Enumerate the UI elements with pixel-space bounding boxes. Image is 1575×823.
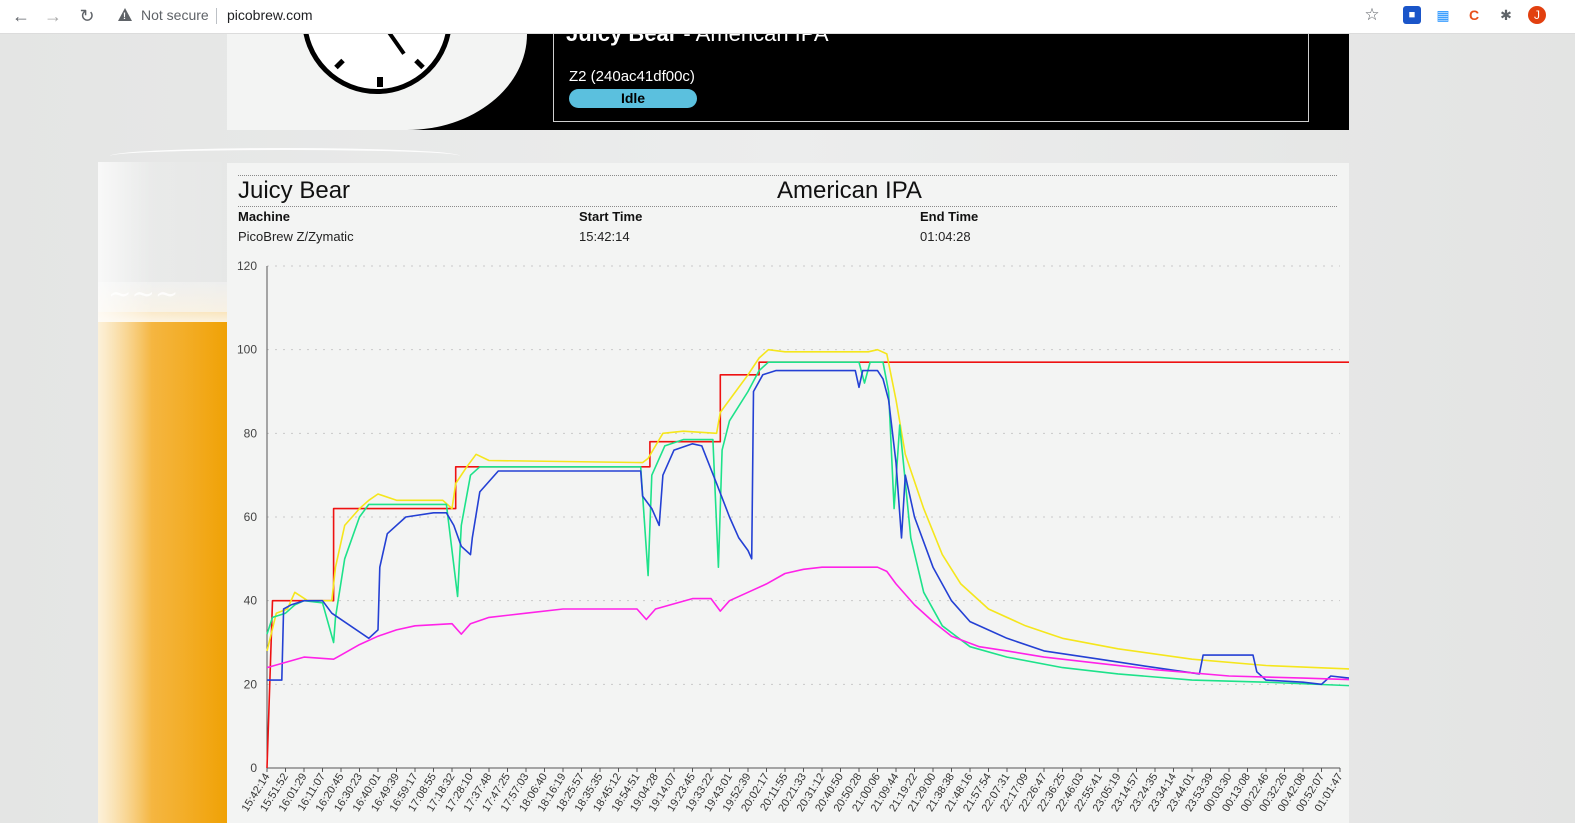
brew-style: American IPA <box>696 34 829 46</box>
profile-avatar[interactable]: J <box>1528 6 1546 24</box>
extension-icon[interactable]: ■ <box>1403 6 1421 24</box>
arrow-left-icon[interactable]: ← <box>10 5 32 27</box>
windows-icon[interactable]: ▦ <box>1434 6 1452 24</box>
y-tick-label: 20 <box>244 677 258 691</box>
y-tick-label: 100 <box>237 343 257 357</box>
brew-session-panel: Juicy Bear American IPA Machine PicoBrew… <box>227 163 1349 823</box>
browser-toolbar: ← → ↻ ! Not secure picobrew.com ☆ ■ ▦ C … <box>0 0 1575 34</box>
brewing-status-header: Juicy Bear - American IPA Z2 (240ac41df0… <box>227 34 1349 130</box>
y-tick-label: 40 <box>244 594 258 608</box>
star-icon[interactable]: ☆ <box>1363 6 1381 24</box>
beer-glass-image: ~~~ <box>98 162 233 823</box>
y-tick-label: 60 <box>244 510 258 524</box>
end-time-label: End Time <box>920 209 979 224</box>
brew-name: Juicy Bear <box>566 34 677 46</box>
reload-icon[interactable]: ↻ <box>76 5 98 27</box>
warning-icon[interactable]: ! <box>118 8 132 21</box>
y-tick-label: 0 <box>250 761 257 775</box>
series-line <box>266 361 1349 687</box>
extension-c-icon[interactable]: C <box>1465 6 1483 24</box>
machine-id: Z2 (240ac41df00c) <box>569 68 695 85</box>
start-time-label: Start Time <box>579 209 643 224</box>
brew-status-card[interactable]: Juicy Bear - American IPA Z2 (240ac41df0… <box>553 34 1309 122</box>
glass-logo: ~~~ <box>108 277 179 310</box>
series-line <box>267 369 1349 686</box>
series-line <box>266 566 1349 681</box>
address-bar[interactable]: picobrew.com <box>227 7 313 23</box>
status-badge: Idle <box>569 89 697 108</box>
series-line <box>266 361 1349 769</box>
series-line <box>266 348 1349 670</box>
y-tick-label: 80 <box>244 426 258 440</box>
y-tick-label: 120 <box>237 259 257 273</box>
session-brew-style: American IPA <box>777 177 922 204</box>
start-time-value: 15:42:14 <box>579 229 630 244</box>
end-time-value: 01:04:28 <box>920 229 971 244</box>
puzzle-icon[interactable]: ✱ <box>1497 6 1515 24</box>
divider <box>216 8 217 24</box>
machine-value: PicoBrew Z/Zymatic <box>238 229 354 244</box>
temperature-chart[interactable]: 02040608010012015:42:1415:51:5216:01:291… <box>227 258 1349 823</box>
machine-label: Machine <box>238 209 291 224</box>
session-brew-name: Juicy Bear <box>238 177 351 204</box>
security-label[interactable]: Not secure <box>141 7 209 23</box>
arrow-right-icon[interactable]: → <box>42 5 64 27</box>
clock-icon <box>302 34 452 94</box>
